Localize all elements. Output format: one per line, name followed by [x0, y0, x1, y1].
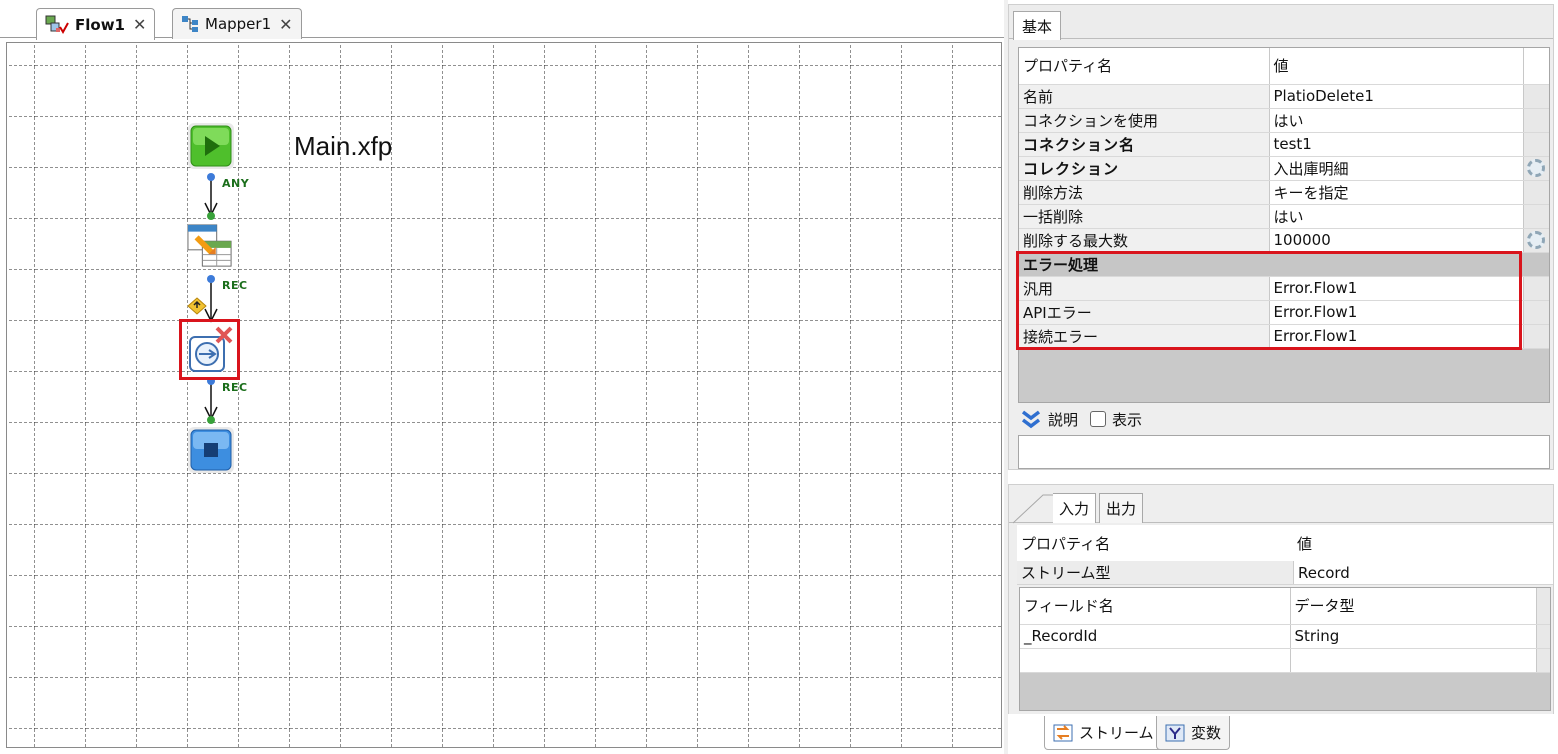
connection-label: REC: [222, 381, 248, 394]
start-icon: [190, 125, 232, 167]
tab-basic[interactable]: 基本: [1013, 11, 1062, 40]
table-row[interactable]: コネクション名 test1: [1019, 132, 1549, 157]
table-row[interactable]: [1020, 648, 1550, 673]
table-header: フィールド名 データ型: [1020, 588, 1550, 625]
tab-mapper1[interactable]: Mapper1 ✕: [172, 8, 302, 39]
tab-output[interactable]: 出力: [1099, 493, 1144, 523]
prop-name: ストリーム型: [1017, 561, 1293, 584]
table-row[interactable]: 接続エラー Error.Flow1: [1019, 324, 1549, 349]
stream-header: プロパティ名 値: [1017, 525, 1553, 561]
section-title: エラー処理: [1019, 252, 1549, 277]
header-field-name: フィールド名: [1020, 588, 1291, 625]
mapper-tab-icon: [181, 15, 199, 33]
prop-name: 接続エラー: [1019, 324, 1270, 349]
table-row[interactable]: 一括削除 はい: [1019, 204, 1549, 229]
stream-tabbar: 入力 出力: [1009, 485, 1553, 524]
section-error-handling: エラー処理: [1019, 252, 1549, 277]
prop-name: 削除する最大数: [1019, 228, 1270, 253]
warning-icon: [187, 297, 207, 319]
property-table: プロパティ名 値 名前 PlatioDelete1 コネクションを使用 はい コ…: [1018, 47, 1550, 403]
header-data-type: データ型: [1290, 588, 1537, 625]
flow-editor: Flow1 ✕ Mapper1 ✕ Main.xfp ANY REC REC: [0, 0, 1004, 754]
field-type[interactable]: String: [1290, 624, 1537, 649]
stream-icon: [1053, 724, 1073, 741]
header-property-name: プロパティ名: [1019, 48, 1270, 85]
close-icon[interactable]: ✕: [279, 15, 292, 34]
editor-tabbar: Flow1 ✕ Mapper1 ✕: [0, 0, 1004, 40]
flow-title: Main.xfp: [294, 131, 393, 161]
end-node[interactable]: [188, 427, 234, 473]
start-node[interactable]: [188, 123, 234, 169]
prop-name: コレクション: [1019, 156, 1270, 181]
connection-label: REC: [222, 279, 248, 292]
prop-name: 名前: [1019, 84, 1270, 109]
tab-label: ストリーム: [1079, 724, 1154, 742]
show-label: 表示: [1112, 410, 1143, 429]
mapper-node[interactable]: [187, 223, 233, 269]
description-textarea[interactable]: [1018, 435, 1550, 469]
table-row[interactable]: 名前 PlatioDelete1: [1019, 84, 1549, 109]
table-row[interactable]: 削除方法 キーを指定: [1019, 180, 1549, 205]
prop-value[interactable]: Error.Flow1: [1269, 324, 1524, 349]
header-value: 値: [1297, 534, 1313, 553]
table-row[interactable]: 汎用 Error.Flow1: [1019, 276, 1549, 301]
show-checkbox[interactable]: [1090, 411, 1107, 427]
tab-label: 変数: [1191, 724, 1222, 742]
grid-lines: [7, 43, 1001, 747]
table-row[interactable]: コレクション 入出庫明細: [1019, 156, 1549, 181]
tab-variables[interactable]: 変数: [1156, 716, 1231, 750]
prop-value[interactable]: キーを指定: [1269, 180, 1524, 205]
table-row[interactable]: APIエラー Error.Flow1: [1019, 300, 1549, 325]
prop-value[interactable]: 100000: [1269, 228, 1524, 253]
header-value: 値: [1269, 48, 1524, 85]
prop-name: 削除方法: [1019, 180, 1270, 205]
tab-flow1[interactable]: Flow1 ✕: [36, 8, 156, 40]
field-name[interactable]: _RecordId: [1020, 624, 1291, 649]
flow-canvas[interactable]: Main.xfp ANY REC REC: [6, 42, 1002, 748]
stream-panel: 入力 出力 プロパティ名 値 ストリーム型 Record フィールド名 データ型…: [1008, 484, 1554, 750]
prop-name: 一括削除: [1019, 204, 1270, 229]
properties-tabbar: 基本: [1009, 5, 1553, 40]
settings-gear-icon[interactable]: [1527, 231, 1545, 249]
bottom-tabbar: ストリーム 変数: [1008, 714, 1554, 754]
prop-value[interactable]: Record: [1293, 561, 1350, 584]
prop-value[interactable]: はい: [1269, 204, 1524, 229]
prop-value[interactable]: test1: [1269, 132, 1524, 157]
close-icon[interactable]: ✕: [133, 15, 146, 34]
tab-label: Mapper1: [205, 15, 272, 33]
description-bar: 説明 表示: [1018, 403, 1550, 435]
variables-icon: [1165, 724, 1185, 741]
table-row[interactable]: 削除する最大数 100000: [1019, 228, 1549, 253]
selection-highlight: [179, 319, 240, 380]
tab-label: Flow1: [75, 15, 125, 34]
prop-name: コネクションを使用: [1019, 108, 1270, 133]
end-icon: [190, 429, 232, 471]
stream-type-row[interactable]: ストリーム型 Record: [1017, 561, 1553, 585]
prop-value[interactable]: はい: [1269, 108, 1524, 133]
table-header: プロパティ名 値: [1019, 48, 1549, 85]
mapper-icon: [187, 224, 232, 267]
table-row[interactable]: コネクションを使用 はい: [1019, 108, 1549, 133]
header-property-name: プロパティ名: [1021, 534, 1111, 553]
description-label: 説明: [1048, 410, 1079, 429]
flow-icon: [45, 15, 69, 35]
double-chevron-down-icon[interactable]: [1020, 409, 1042, 429]
prop-name: コネクション名: [1019, 132, 1270, 157]
prop-value[interactable]: Error.Flow1: [1269, 276, 1524, 301]
tab-stream[interactable]: ストリーム: [1044, 716, 1163, 750]
field-table: フィールド名 データ型 _RecordId String: [1019, 587, 1551, 711]
properties-panel: 基本 プロパティ名 値 名前 PlatioDelete1 コネクションを使用 は…: [1008, 4, 1554, 470]
table-row[interactable]: _RecordId String: [1020, 624, 1550, 649]
connection-label: ANY: [222, 177, 250, 190]
tab-input[interactable]: 入力: [1053, 493, 1097, 523]
prop-value[interactable]: Error.Flow1: [1269, 300, 1524, 325]
prop-name: APIエラー: [1019, 300, 1270, 325]
prop-value[interactable]: PlatioDelete1: [1269, 84, 1524, 109]
prop-value[interactable]: 入出庫明細: [1269, 156, 1524, 181]
settings-gear-icon[interactable]: [1527, 159, 1545, 177]
prop-name: 汎用: [1019, 276, 1270, 301]
